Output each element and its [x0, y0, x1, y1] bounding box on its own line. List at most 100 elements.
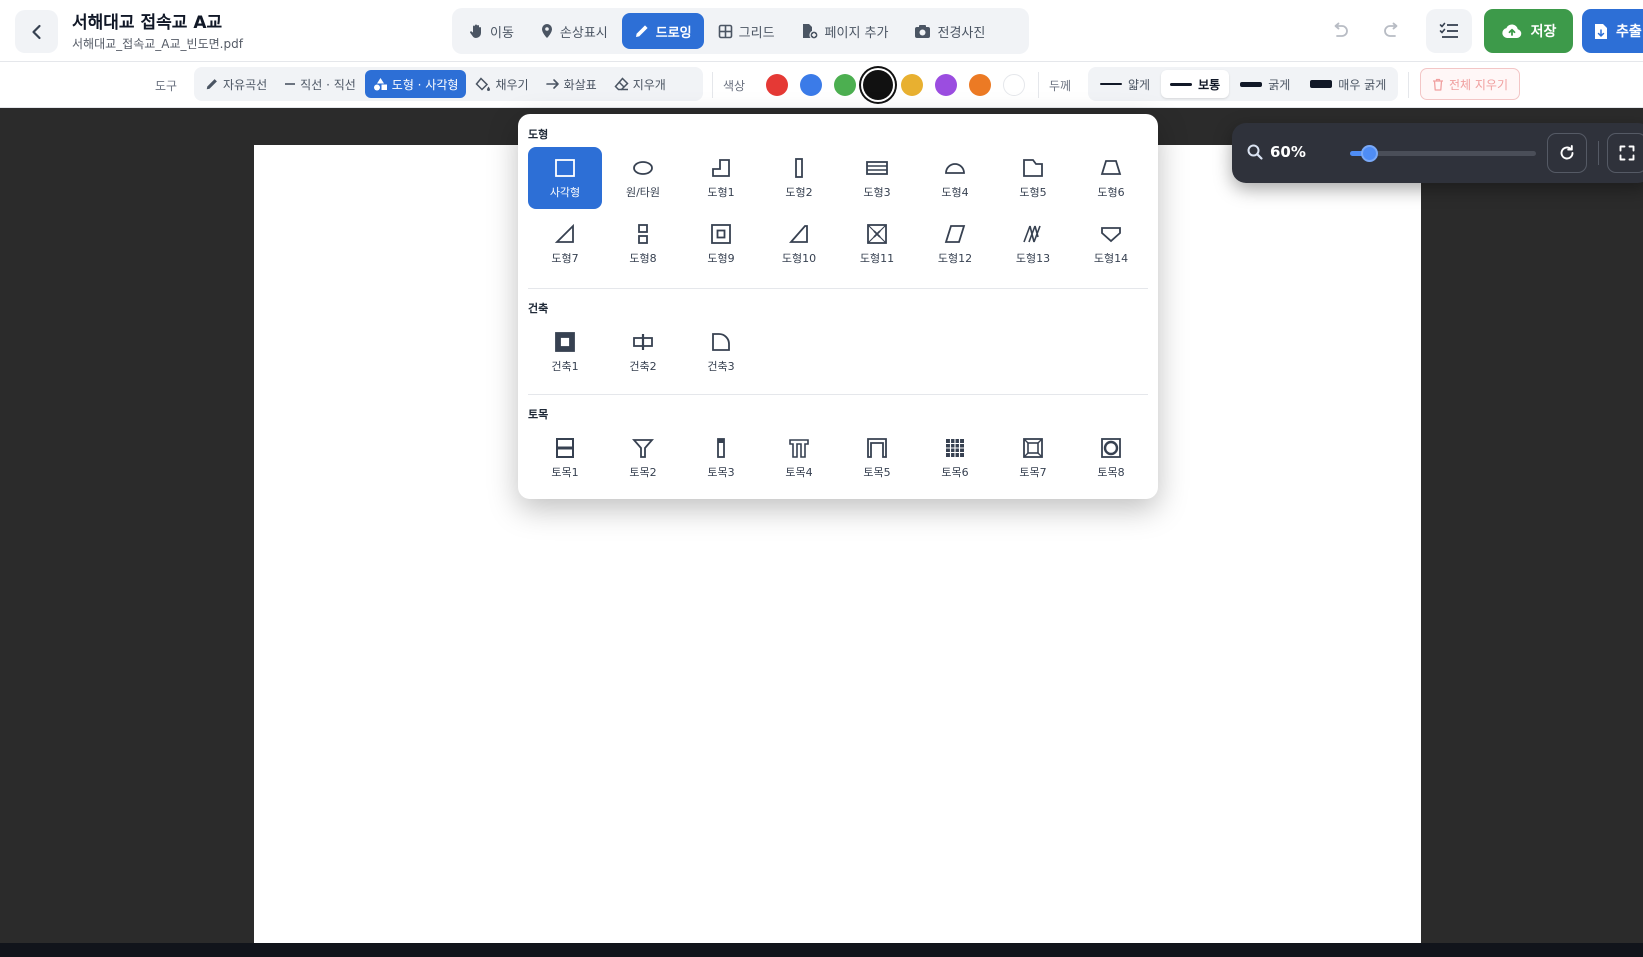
shape-label: 도형11	[859, 251, 895, 265]
shape-2[interactable]: 도형2	[762, 147, 836, 209]
shape-9[interactable]: 도형9	[684, 213, 758, 275]
thickness-thin-button[interactable]: 얇게	[1091, 70, 1159, 98]
map-pin-icon	[541, 24, 552, 38]
civil-1[interactable]: 토목1	[528, 427, 602, 489]
mode-add-page-label: 페이지 추가	[824, 25, 889, 41]
color-swatch-white[interactable]	[1003, 74, 1025, 96]
line-icon	[285, 83, 296, 85]
trapezoid-icon	[1100, 159, 1122, 175]
save-button[interactable]: 저장	[1484, 9, 1573, 53]
shape-label: 도형8	[629, 251, 657, 265]
shape-7[interactable]: 도형7	[528, 213, 602, 275]
redo-button[interactable]	[1372, 12, 1412, 50]
shape-label: 토목6	[941, 465, 969, 479]
undo-button[interactable]	[1320, 12, 1360, 50]
architecture-grid: 건축1 건축2 건축3	[528, 321, 1152, 383]
thickness-section-label: 두께	[1049, 79, 1072, 93]
color-swatch-purple[interactable]	[935, 74, 957, 96]
shape-label: 토목4	[785, 465, 813, 479]
civil-8[interactable]: 토목8	[1074, 427, 1148, 489]
thick-frame-icon	[555, 331, 575, 352]
ellipse-icon	[633, 160, 653, 175]
civil-6[interactable]: 토목6	[918, 427, 992, 489]
thickness-group: 얇게 보통 굵게 매우 굵게	[1088, 67, 1398, 101]
shape-13[interactable]: 도형13	[996, 213, 1070, 275]
shape-4[interactable]: 도형4	[918, 147, 992, 209]
civil-7[interactable]: 토목7	[996, 427, 1070, 489]
shape-label: 도형2	[785, 185, 813, 199]
arch-1[interactable]: 건축1	[528, 321, 602, 383]
tool-line-button[interactable]: 직선 · 직선	[276, 70, 364, 98]
civil-5[interactable]: 토목5	[840, 427, 914, 489]
color-section-label: 색상	[723, 79, 746, 93]
civil-4[interactable]: 토목4	[762, 427, 836, 489]
shape-5[interactable]: 도형5	[996, 147, 1070, 209]
shape-14[interactable]: 도형14	[1074, 213, 1148, 275]
cloud-upload-icon	[1501, 24, 1521, 38]
mode-drawing-label: 드로잉	[655, 25, 692, 41]
mode-grid-button[interactable]: 그리드	[706, 13, 787, 49]
extract-button[interactable]: 추출	[1582, 9, 1643, 53]
tool-eraser-button[interactable]: 지우개	[606, 70, 674, 98]
pencil-icon	[635, 25, 648, 37]
mode-add-page-button[interactable]: 페이지 추가	[789, 13, 901, 49]
shape-label: 도형10	[781, 251, 817, 265]
civil-3[interactable]: 토목3	[684, 427, 758, 489]
zoom-slider-thumb[interactable]	[1360, 145, 1378, 162]
shape-label: 도형5	[1019, 185, 1047, 199]
tool-fill-button[interactable]: 채우기	[467, 70, 536, 98]
tool-shape-button[interactable]: 도형 · 사각형	[364, 70, 467, 98]
checklist-button[interactable]	[1426, 9, 1472, 53]
arch-3[interactable]: 건축3	[684, 321, 758, 383]
shape-3[interactable]: 도형3	[840, 147, 914, 209]
color-swatch-green[interactable]	[834, 74, 856, 96]
color-swatch-yellow[interactable]	[901, 74, 923, 96]
drawing-toolbar: 도구 자유곡선 직선 · 직선 도형 · 사각형 채우기 화살표 지우개 색상	[0, 62, 1643, 108]
shape-label: 토목5	[863, 465, 891, 479]
clear-all-button[interactable]: 전체 지우기	[1420, 68, 1520, 100]
shape-1[interactable]: 도형1	[684, 147, 758, 209]
shape-10[interactable]: 도형10	[762, 213, 836, 275]
fullscreen-button[interactable]	[1607, 133, 1643, 173]
mode-photo-button[interactable]: 전경사진	[902, 13, 997, 49]
tool-arrow-button[interactable]: 화살표	[538, 70, 605, 98]
mode-damage-button[interactable]: 손상표시	[528, 13, 620, 49]
thickness-normal-label: 보통	[1198, 77, 1221, 92]
rectangle-icon	[555, 158, 575, 177]
shape-8[interactable]: 도형8	[606, 213, 680, 275]
mode-drawing-button[interactable]: 드로잉	[621, 13, 704, 49]
tool-freehand-button[interactable]: 자유곡선	[197, 70, 275, 98]
zoom-slider-track[interactable]	[1350, 145, 1536, 162]
thickness-thick-button[interactable]: 굵게	[1231, 70, 1299, 98]
shape-label: 도형3	[863, 185, 891, 199]
zoom-reset-button[interactable]	[1547, 133, 1587, 173]
color-swatch-red[interactable]	[766, 74, 788, 96]
color-swatch-black[interactable]	[863, 70, 893, 100]
color-swatch-blue[interactable]	[800, 74, 822, 96]
fullscreen-icon	[1619, 145, 1635, 161]
pier-cap-icon	[789, 438, 809, 458]
color-swatch-orange[interactable]	[969, 74, 991, 96]
shape-6[interactable]: 도형6	[1074, 147, 1148, 209]
shape-label: 도형4	[941, 185, 969, 199]
shape-11[interactable]: 도형11	[840, 213, 914, 275]
shield-shape-icon	[1101, 226, 1121, 242]
shape-label: 토목8	[1097, 465, 1125, 479]
shape-rectangle[interactable]: 사각형	[528, 147, 602, 209]
parallelogram-icon	[944, 224, 966, 243]
shape-12[interactable]: 도형12	[918, 213, 992, 275]
civil-2[interactable]: 토목2	[606, 427, 680, 489]
crossed-box-icon	[867, 223, 887, 244]
tool-fill-label: 채우기	[495, 77, 529, 92]
camera-icon	[915, 24, 931, 38]
very-thick-line-icon	[1310, 80, 1333, 88]
back-button[interactable]	[15, 10, 58, 53]
arch-2[interactable]: 건축2	[606, 321, 680, 383]
mode-move-label: 이동	[490, 25, 514, 41]
beam-column-icon	[633, 333, 653, 350]
thickness-normal-button[interactable]: 보통	[1161, 70, 1230, 98]
shape-ellipse[interactable]: 원/타원	[606, 147, 680, 209]
mode-move-button[interactable]: 이동	[456, 13, 526, 49]
thickness-very-thick-button[interactable]: 매우 굵게	[1301, 70, 1395, 98]
zoom-divider	[1598, 141, 1599, 165]
